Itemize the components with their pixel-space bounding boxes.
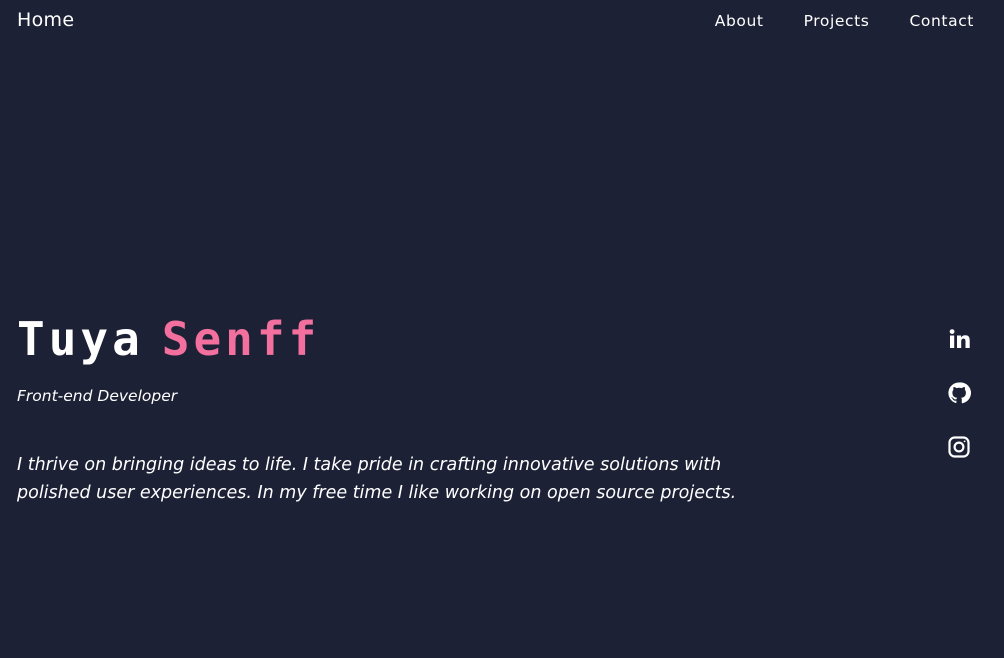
nav-link-about[interactable]: About <box>715 10 764 32</box>
social-links <box>947 327 971 459</box>
instagram-icon[interactable] <box>947 435 971 459</box>
nav-link-contact[interactable]: Contact <box>909 10 974 32</box>
hero-name: Tuya Senff <box>17 309 320 369</box>
job-title: Front-end Developer <box>17 387 178 405</box>
nav-home-link[interactable]: Home <box>17 8 74 32</box>
nav-link-projects[interactable]: Projects <box>804 10 870 32</box>
github-icon[interactable] <box>947 381 971 405</box>
top-nav: About Projects Contact <box>715 10 974 32</box>
last-name: Senff <box>161 312 321 366</box>
bio-text: I thrive on bringing ideas to life. I ta… <box>17 455 737 503</box>
first-name: Tuya <box>17 312 144 366</box>
linkedin-icon[interactable] <box>947 327 971 351</box>
